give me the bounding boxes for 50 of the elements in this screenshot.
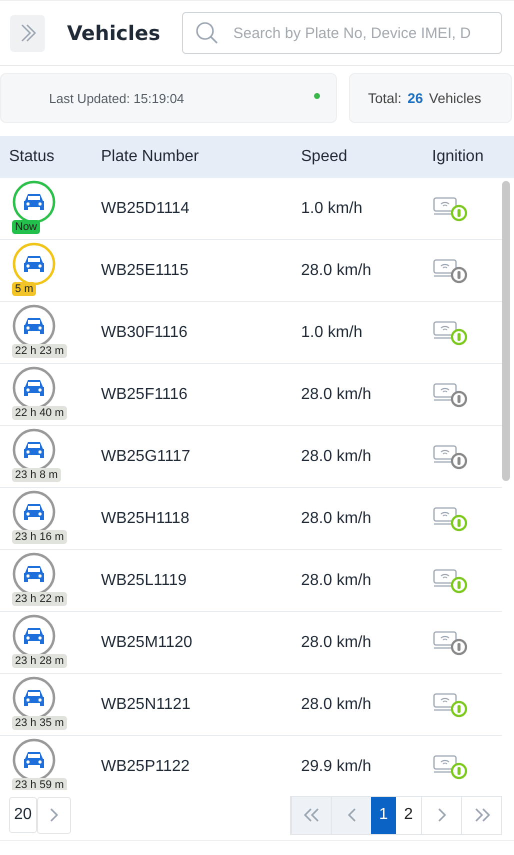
search-field[interactable]: Search by Plate No, Device IMEI, D (182, 12, 502, 54)
age-badge: 23 h 22 m (12, 592, 67, 606)
speed-value: 28.0 km/h (301, 262, 372, 280)
plate-number: WB25P1122 (101, 758, 191, 776)
plate-number: WB25N1121 (101, 696, 192, 714)
scrollbar[interactable] (502, 181, 510, 481)
speed-value: 29.9 km/h (301, 758, 372, 776)
page-title: Vehicles (67, 21, 160, 45)
speed-value: 28.0 km/h (301, 634, 372, 652)
plate-number: WB25H1118 (101, 510, 190, 528)
age-badge: 23 h 59 m (12, 778, 67, 790)
age-badge: 23 h 35 m (12, 716, 67, 730)
age-badge: Now (12, 220, 40, 234)
speed-value: 1.0 km/h (301, 324, 364, 342)
speed-value: 28.0 km/h (301, 448, 372, 466)
plate-number: WB25F1116 (101, 386, 189, 404)
search-icon (194, 20, 220, 46)
chevron-right-icon (436, 807, 448, 823)
age-badge: 23 h 16 m (12, 530, 67, 544)
age-badge: 22 h 23 m (12, 344, 67, 358)
age-badge: 22 h 40 m (12, 406, 67, 420)
plate-number: WB25M1120 (101, 634, 194, 652)
previous-page-button[interactable] (331, 796, 371, 834)
total-label: Total: (368, 90, 402, 106)
first-page-button[interactable] (291, 796, 331, 834)
speed-value: 1.0 km/h (301, 200, 364, 218)
plate-number: WB25D1114 (101, 200, 190, 218)
column-header[interactable]: Plate Number (101, 148, 301, 166)
total-unit: Vehicles (429, 90, 482, 106)
column-header[interactable]: Status (0, 148, 101, 166)
page-number-button[interactable]: 1 (371, 796, 396, 834)
age-badge: 23 h 8 m (12, 468, 61, 482)
page-size-next-button[interactable] (36, 796, 71, 834)
plate-number: WB25L1119 (101, 572, 188, 590)
expand-button[interactable] (10, 14, 45, 52)
column-header[interactable]: Ignition (432, 148, 502, 166)
chevron-left-icon (346, 807, 358, 823)
total-count: 26 (407, 90, 424, 106)
plate-number: WB30F1116 (101, 324, 189, 342)
chevron-right-icon (48, 807, 60, 823)
plate-number: WB25G1117 (101, 448, 192, 466)
speed-value: 28.0 km/h (301, 510, 372, 528)
last-updated-text: Last Updated: 15:19:04 (49, 90, 184, 106)
speed-value: 28.0 km/h (301, 696, 372, 714)
plate-number: WB25E1115 (101, 262, 190, 280)
column-header[interactable]: Speed (301, 148, 432, 166)
speed-value: 28.0 km/h (301, 572, 372, 590)
age-badge: 23 h 28 m (12, 654, 67, 668)
age-badge: 5 m (12, 282, 36, 296)
speed-value: 28.0 km/h (301, 386, 372, 404)
